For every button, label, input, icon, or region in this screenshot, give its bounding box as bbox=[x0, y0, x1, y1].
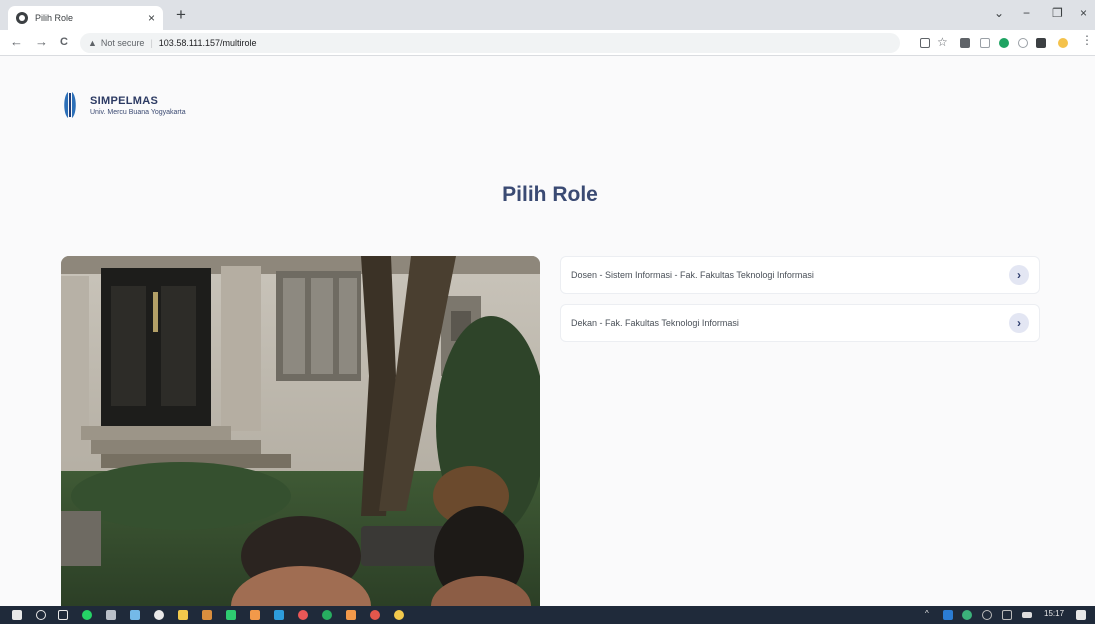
battery-icon[interactable] bbox=[1022, 612, 1032, 618]
browser-toolbar: ← → C ▲ Not secure | 103.58.111.157/mult… bbox=[0, 30, 1095, 56]
tab-search-icon[interactable] bbox=[980, 38, 990, 48]
site-favicon-icon bbox=[16, 12, 28, 24]
app2-icon[interactable] bbox=[250, 610, 260, 620]
security-label: Not secure bbox=[100, 38, 145, 48]
brand-subtitle: Univ. Mercu Buana Yogyakarta bbox=[90, 108, 186, 116]
stack-icon[interactable] bbox=[202, 610, 212, 620]
task-view-icon[interactable] bbox=[58, 610, 68, 620]
brand-name: SIMPELMAS bbox=[90, 94, 159, 107]
wifi-icon[interactable] bbox=[982, 610, 992, 620]
windows-icon[interactable] bbox=[12, 610, 22, 620]
menu-icon[interactable]: ⋮ bbox=[1081, 33, 1093, 47]
cast-icon[interactable] bbox=[960, 38, 970, 48]
address-bar[interactable]: ▲ Not secure | 103.58.111.157/multirole bbox=[80, 33, 900, 53]
network-app-icon[interactable] bbox=[962, 610, 972, 620]
profile-icon[interactable] bbox=[1058, 38, 1068, 48]
windows-taskbar: ^ 15:17 bbox=[0, 606, 1095, 624]
mail-icon[interactable] bbox=[178, 610, 188, 620]
brand-logo[interactable]: SIMPELMAS Univ. Mercu Buana Yogyakarta bbox=[62, 90, 186, 120]
back-button[interactable]: ← bbox=[10, 34, 23, 49]
star-icon[interactable]: ☆ bbox=[937, 35, 948, 49]
restore-button[interactable]: ❐ bbox=[1052, 6, 1063, 20]
url-text: 103.58.111.157/multirole bbox=[158, 38, 257, 48]
edge-icon[interactable] bbox=[322, 610, 332, 620]
terminal-icon[interactable] bbox=[226, 610, 236, 620]
office-icon[interactable] bbox=[298, 610, 308, 620]
brand-logo-icon bbox=[64, 92, 76, 118]
tab-close-icon[interactable]: × bbox=[148, 11, 155, 25]
chevron-up-icon[interactable]: ^ bbox=[925, 609, 929, 618]
chevron-right-icon[interactable]: › bbox=[1009, 265, 1029, 285]
close-window-button[interactable]: × bbox=[1080, 6, 1087, 20]
extension-green-icon[interactable] bbox=[999, 38, 1009, 48]
new-tab-button[interactable]: + bbox=[176, 5, 186, 25]
app-icon[interactable] bbox=[130, 610, 140, 620]
notes-icon[interactable] bbox=[106, 610, 116, 620]
browser-tabstrip: Pilih Role × + ⌄ − ❐ × bbox=[0, 0, 1095, 30]
firefox-icon[interactable] bbox=[370, 610, 380, 620]
minimize-button[interactable]: − bbox=[1023, 6, 1030, 20]
search-icon[interactable] bbox=[36, 610, 46, 620]
reload-button[interactable]: C bbox=[60, 36, 68, 48]
campus-photo-illustration bbox=[61, 256, 540, 606]
brave-icon[interactable] bbox=[346, 610, 356, 620]
tab-title: Pilih Role bbox=[35, 13, 74, 23]
forward-button[interactable]: → bbox=[35, 34, 48, 49]
chrome-canary-icon[interactable] bbox=[394, 610, 404, 620]
tab-search-chevron-icon[interactable]: ⌄ bbox=[994, 6, 1004, 20]
clock-time[interactable]: 15:17 bbox=[1044, 609, 1064, 618]
tab-pilih-role[interactable]: Pilih Role × bbox=[8, 6, 163, 30]
volume-icon[interactable] bbox=[1002, 610, 1012, 620]
vscode-icon[interactable] bbox=[274, 610, 284, 620]
word-icon[interactable] bbox=[943, 610, 953, 620]
role-card-dosen[interactable]: Dosen - Sistem Informasi - Fak. Fakultas… bbox=[560, 256, 1040, 294]
role-label: Dekan - Fak. Fakultas Teknologi Informas… bbox=[571, 318, 739, 328]
notification-icon[interactable] bbox=[1076, 610, 1086, 620]
extension-grey-icon[interactable] bbox=[1018, 38, 1028, 48]
role-label: Dosen - Sistem Informasi - Fak. Fakultas… bbox=[571, 270, 814, 280]
chrome-icon[interactable] bbox=[154, 610, 164, 620]
whatsapp-icon[interactable] bbox=[82, 610, 92, 620]
campus-photo bbox=[61, 256, 540, 606]
page-title: Pilih Role bbox=[502, 183, 598, 206]
share-icon[interactable] bbox=[920, 38, 930, 48]
warning-icon: ▲ bbox=[88, 38, 97, 48]
chevron-right-icon[interactable]: › bbox=[1009, 313, 1029, 333]
role-card-dekan[interactable]: Dekan - Fak. Fakultas Teknologi Informas… bbox=[560, 304, 1040, 342]
puzzle-icon[interactable] bbox=[1036, 38, 1046, 48]
